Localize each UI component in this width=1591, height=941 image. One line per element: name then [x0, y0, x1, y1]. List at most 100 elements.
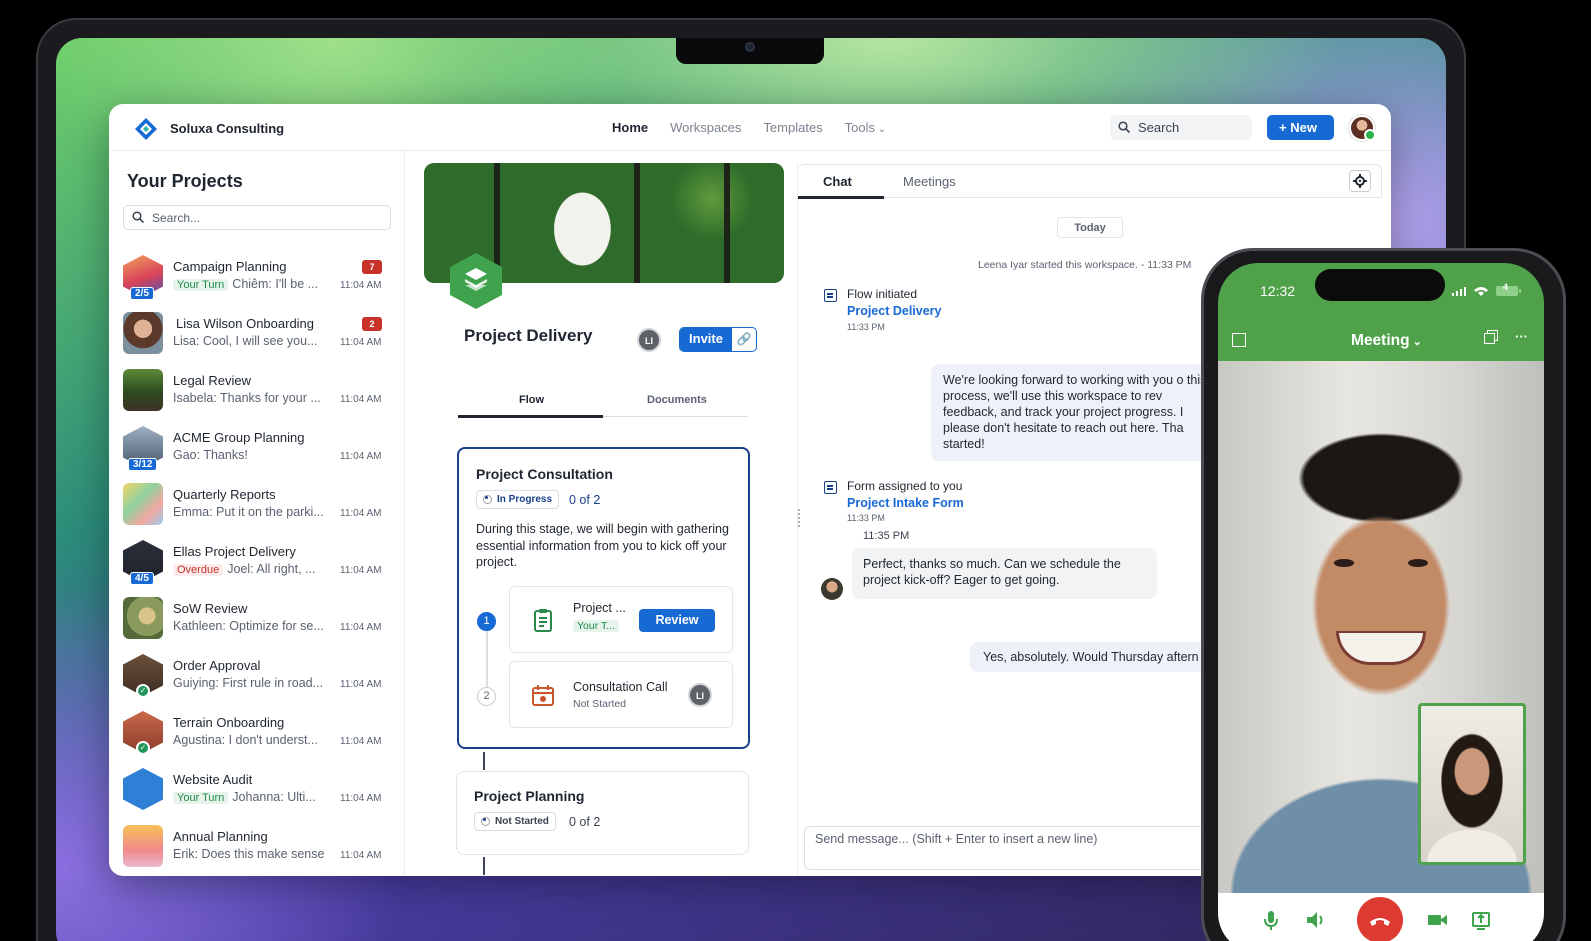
- stage-card[interactable]: Project Planning Not Started 0 of 2: [456, 771, 749, 855]
- event-link[interactable]: Project Intake Form: [847, 496, 964, 510]
- project-name: Quarterly Reports: [173, 487, 276, 502]
- video-face-detail: [1408, 559, 1428, 567]
- video-camera-icon[interactable]: [1426, 909, 1448, 931]
- project-time: 11:04 AM: [340, 394, 382, 405]
- stage-card-active[interactable]: Project Consultation In Progress 0 of 2 …: [457, 447, 750, 749]
- project-item[interactable]: Legal Review Isabela: Thanks for your ..…: [109, 365, 405, 422]
- progress-badge: 3/12: [128, 458, 158, 471]
- message-bubble-incoming: Perfect, thanks so much. Can we schedule…: [852, 548, 1157, 599]
- projects-title: Your Projects: [127, 171, 243, 191]
- nav-tools[interactable]: Tools: [845, 120, 887, 135]
- invite-button[interactable]: Invite 🔗: [679, 327, 757, 352]
- sender-avatar: [821, 578, 843, 600]
- project-item[interactable]: ✓ Order Approval Guiying: First rule in …: [109, 650, 405, 707]
- nav-templates[interactable]: Templates: [763, 120, 822, 135]
- user-avatar[interactable]: [1349, 115, 1376, 141]
- copy-link-icon[interactable]: 🔗: [732, 328, 756, 351]
- dynamic-island: [1315, 269, 1445, 301]
- calendar-call-icon: [532, 685, 554, 706]
- minimize-icon[interactable]: [1232, 333, 1246, 347]
- assignee-avatar[interactable]: LI: [688, 683, 712, 707]
- laptop-notch: [676, 38, 824, 64]
- project-name: Lisa Wilson Onboarding: [176, 316, 315, 331]
- task-name: Project ...: [573, 601, 626, 615]
- project-thumbnail: [123, 483, 163, 525]
- speaker-icon[interactable]: [1304, 909, 1326, 931]
- share-screen-icon[interactable]: [1470, 909, 1492, 931]
- end-call-button[interactable]: [1357, 897, 1403, 941]
- copy-icon[interactable]: [1484, 333, 1495, 344]
- status-badge: In Progress: [476, 490, 560, 509]
- project-item[interactable]: ✓ Terrain Onboarding Agustina: I don't u…: [109, 707, 405, 764]
- event-time: 11:33 PM: [847, 513, 885, 523]
- project-time: 11:04 AM: [340, 679, 382, 690]
- project-name: Legal Review: [173, 373, 252, 388]
- search-icon: [132, 211, 144, 223]
- resize-handle[interactable]: [798, 509, 801, 527]
- project-name: Terrain Onboarding: [173, 715, 285, 730]
- project-message-text: Kathleen: Optimize for se...: [173, 619, 324, 633]
- project-item[interactable]: 2/5 Campaign Planning Your Turn Chiêm: I'…: [109, 251, 405, 308]
- workspace-panel: Project Delivery LI Invite 🔗 Flow Docume…: [406, 151, 796, 876]
- project-name: Campaign Planning: [173, 259, 287, 274]
- gear-icon: [1353, 174, 1367, 188]
- tab-flow[interactable]: Flow: [519, 394, 544, 406]
- member-avatar[interactable]: LI: [637, 328, 661, 352]
- project-item[interactable]: 3/12 ACME Group Planning Gao: Thanks! 11…: [109, 422, 405, 479]
- event-title: Form assigned to you: [847, 479, 963, 493]
- new-button[interactable]: + New: [1267, 115, 1334, 140]
- project-time: 11:04 AM: [340, 451, 382, 462]
- more-icon[interactable]: ···: [1515, 329, 1528, 344]
- video-feed-self[interactable]: [1418, 703, 1526, 865]
- phone-clock: 12:32: [1260, 283, 1296, 299]
- chat-settings-button[interactable]: [1349, 170, 1371, 192]
- project-last-message: Your Turn Johanna: Ulti...: [173, 790, 335, 804]
- brand-name[interactable]: Soluxa Consulting: [170, 121, 284, 136]
- meeting-title[interactable]: Meeting: [1351, 332, 1422, 350]
- project-message-text: Erik: Does this make sense: [173, 847, 325, 861]
- system-message: Leena Iyar started this workspace. - 11:…: [978, 259, 1192, 271]
- chat-tabs: Chat Meetings: [798, 164, 1382, 199]
- marketing-stage: Soluxa Consulting Home Workspaces Templa…: [0, 0, 1591, 941]
- form-event-icon: [824, 289, 837, 302]
- project-item[interactable]: Lisa Wilson Onboarding Lisa: Cool, I wil…: [109, 308, 405, 365]
- step-count: 0 of 2: [569, 493, 601, 507]
- event-link[interactable]: Project Delivery: [847, 304, 942, 318]
- hang-up-icon: [1370, 918, 1390, 926]
- project-item[interactable]: Annual Planning Erik: Does this make sen…: [109, 821, 405, 876]
- project-time: 11:04 AM: [340, 736, 382, 747]
- stage-title: Project Planning: [474, 788, 585, 804]
- project-item[interactable]: Quarterly Reports Emma: Put it on the pa…: [109, 479, 405, 536]
- project-thumbnail: ✓: [123, 654, 163, 698]
- plus-icon: +: [1279, 120, 1291, 135]
- tab-chat[interactable]: Chat: [823, 174, 852, 189]
- nav-workspaces[interactable]: Workspaces: [670, 120, 741, 135]
- project-message-text: Gao: Thanks!: [173, 448, 248, 462]
- project-item[interactable]: SoW Review Kathleen: Optimize for se... …: [109, 593, 405, 650]
- project-thumbnail: [123, 369, 163, 411]
- brand-logo-icon[interactable]: [134, 117, 158, 141]
- global-search[interactable]: Search: [1110, 115, 1252, 140]
- status-bar-icons: [1452, 286, 1521, 296]
- nav-home[interactable]: Home: [612, 120, 648, 135]
- project-message-text: Joel: All right, ...: [227, 562, 316, 576]
- tab-meetings[interactable]: Meetings: [903, 174, 956, 189]
- task-card[interactable]: Project ... Your T... Review: [509, 586, 733, 653]
- project-item[interactable]: 4/5 Ellas Project Delivery Overdue Joel: …: [109, 536, 405, 593]
- invite-label: Invite: [680, 328, 732, 351]
- projects-search-input[interactable]: Search...: [123, 205, 391, 230]
- task-status: Not Started: [573, 698, 627, 710]
- tab-documents[interactable]: Documents: [647, 394, 707, 406]
- task-card[interactable]: Consultation Call Not Started LI: [509, 661, 733, 728]
- active-tab-indicator: [798, 196, 884, 199]
- project-message-text: Agustina: I don't underst...: [173, 733, 318, 747]
- status-badge: Not Started: [474, 812, 556, 831]
- form-clipboard-icon: [534, 609, 552, 632]
- microphone-icon[interactable]: [1260, 909, 1282, 931]
- project-item[interactable]: Website Audit Your Turn Johanna: Ulti... …: [109, 764, 405, 821]
- review-button[interactable]: Review: [639, 609, 715, 632]
- project-thumbnail: 3/12: [123, 426, 163, 471]
- project-name: SoW Review: [173, 601, 248, 616]
- status-label: In Progress: [497, 494, 553, 505]
- stage-connector: [483, 752, 485, 770]
